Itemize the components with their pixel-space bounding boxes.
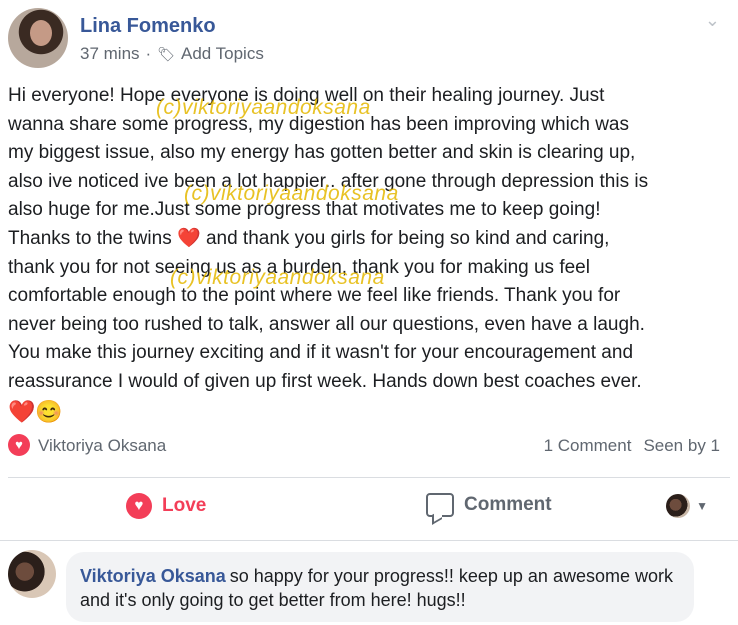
- watermark: (c)viktoriyaandoksana: [156, 96, 371, 119]
- comment-button[interactable]: Comment: [426, 493, 552, 517]
- body-line: never being too rushed to talk, answer a…: [8, 313, 645, 335]
- tag-icon[interactable]: 🏷: [157, 46, 175, 63]
- comment-icon: [426, 493, 454, 517]
- post-time[interactable]: 37 mins: [80, 44, 140, 64]
- body-line: Thanks to the twins ❤️ and thank you gir…: [8, 225, 730, 254]
- reactions-bar: ♥ Viktoriya Oksana 1 Comment Seen by 1: [8, 432, 720, 460]
- body-line: You make this journey exciting and if it…: [8, 342, 634, 364]
- comment-label: Comment: [464, 494, 552, 515]
- reactor-name[interactable]: Viktoriya Oksana: [38, 436, 166, 456]
- divider: [8, 477, 730, 478]
- meta-separator: ·: [145, 44, 152, 63]
- author-avatar[interactable]: [8, 8, 68, 68]
- body-line: my biggest issue, also my energy has got…: [8, 142, 636, 164]
- chevron-down-icon[interactable]: ⌄: [705, 10, 720, 31]
- commenter-avatar[interactable]: [8, 550, 56, 598]
- body-text: and thank you girls for being so kind an…: [205, 227, 610, 249]
- post-header: Lina Fomenko 37 mins · 🏷 Add Topics ⌄: [8, 8, 730, 68]
- body-text: Thanks to the twins: [8, 227, 172, 249]
- divider: [0, 540, 738, 541]
- body-line: reassurance I would of given up first we…: [8, 370, 642, 392]
- seen-by[interactable]: Seen by 1: [643, 436, 720, 456]
- smile-emoji: 😊: [35, 398, 63, 424]
- post-as-selector[interactable]: ▼: [666, 494, 708, 518]
- caret-down-icon: ▼: [696, 499, 708, 513]
- love-button[interactable]: ♥ Love: [126, 493, 206, 519]
- emoji-line: ❤️😊: [8, 397, 730, 427]
- counts: 1 Comment Seen by 1: [544, 436, 720, 456]
- heart-emoji: ❤️: [8, 398, 36, 424]
- post-meta: 37 mins · 🏷 Add Topics: [80, 44, 264, 64]
- heart-emoji: ❤️: [176, 227, 201, 249]
- author-name[interactable]: Lina Fomenko: [80, 15, 216, 38]
- comment-author[interactable]: Viktoriya Oksana: [80, 566, 226, 586]
- comment-bubble: Viktoriya Oksana so happy for your progre…: [66, 552, 694, 622]
- action-bar: ♥ Love Comment ▼: [8, 486, 730, 530]
- love-label: Love: [162, 495, 207, 516]
- avatar: [666, 494, 691, 518]
- comment-count[interactable]: 1 Comment: [544, 436, 632, 456]
- post-body: Hi everyone! Hope everyone is doing well…: [8, 82, 730, 427]
- watermark: (c)viktoriyaandoksana: [170, 266, 385, 289]
- love-icon: ♥: [126, 493, 152, 519]
- watermark: (c)viktoriyaandoksana: [184, 182, 399, 205]
- add-topics-link[interactable]: Add Topics: [181, 44, 264, 64]
- love-reaction-icon[interactable]: ♥: [8, 434, 30, 456]
